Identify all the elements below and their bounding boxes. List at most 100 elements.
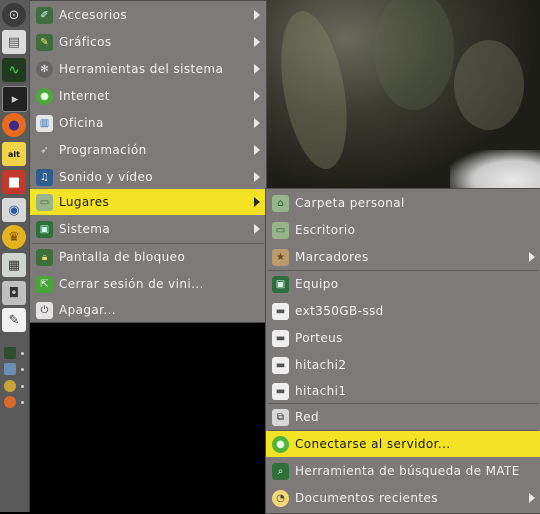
drive-icon: ▬ (272, 382, 289, 400)
place-escritorio[interactable]: ▭ Escritorio (266, 217, 540, 243)
window-mini-icon[interactable] (4, 363, 16, 375)
system-monitor-icon[interactable]: ∿ (2, 58, 26, 82)
chevron-right-icon (254, 224, 260, 234)
place-ext350gb-ssd[interactable]: ▬ ext350GB-ssd (266, 298, 540, 324)
cup-icon[interactable]: ♛ (2, 225, 26, 249)
menu-item-label: Internet (59, 89, 110, 103)
drive-icon: ▬ (272, 302, 289, 320)
alt-linux-icon[interactable]: alt (2, 142, 26, 166)
network-icon: ⧉ (272, 408, 289, 426)
search-tool-icon: ⌕ (272, 462, 289, 480)
settings-icon[interactable]: ◉ (2, 198, 26, 222)
home-folder-icon: ⌂ (272, 194, 289, 212)
menu-item-sonido-video[interactable]: ♫ Sonido y vídeo (30, 164, 266, 190)
menu-item-oficina[interactable]: ▥ Oficina (30, 110, 266, 136)
menu-item-label: Oficina (59, 116, 104, 130)
chevron-right-icon (254, 91, 260, 101)
place-equipo[interactable]: ▣ Equipo (266, 271, 540, 297)
menu-item-sistema[interactable]: ▣ Sistema (30, 216, 266, 242)
place-label: Carpeta personal (295, 196, 405, 210)
place-label: Herramienta de búsqueda de MATE (295, 464, 520, 478)
menu-item-label: Programación (59, 143, 147, 157)
package-manager-icon[interactable]: ■ (2, 170, 26, 194)
shutdown-icon: ⏻ (36, 301, 53, 319)
menu-icon[interactable]: ⊙ (2, 3, 26, 27)
menu-item-apagar[interactable]: ⏻ Apagar... (30, 297, 266, 323)
system-icon: ▣ (36, 220, 53, 238)
logout-icon: ⇱ (36, 275, 53, 293)
folder-icon: ▭ (36, 193, 53, 211)
menu-item-label: Sonido y vídeo (59, 170, 153, 184)
chevron-right-icon (254, 37, 260, 47)
drive-icon: ▬ (272, 329, 289, 347)
place-label: Escritorio (295, 223, 356, 237)
place-hitachi2[interactable]: ▬ hitachi2 (266, 352, 540, 378)
place-carpeta-personal[interactable]: ⌂ Carpeta personal (266, 190, 540, 216)
launcher-panel: ⊙ ▤ ∿ ▸ ● alt ■ ◉ ♛ ▦ ◘ ✎ (0, 0, 30, 512)
place-label: Conectarse al servidor... (295, 437, 451, 451)
bookmarks-icon: ★ (272, 248, 289, 266)
menu-item-label: Pantalla de bloqueo (59, 250, 186, 264)
menu-item-label: Sistema (59, 222, 111, 236)
text-editor-icon[interactable]: ✎ (2, 308, 26, 332)
drive-icon: ▬ (272, 356, 289, 374)
desktop-wallpaper (264, 0, 540, 190)
place-marcadores[interactable]: ★ Marcadores (266, 244, 540, 270)
system-monitor-mini-icon[interactable] (4, 347, 16, 359)
place-label: ext350GB-ssd (295, 304, 384, 318)
menu-item-accesorios[interactable]: ✐ Accesorios (30, 2, 266, 28)
computer-icon: ▣ (272, 275, 289, 293)
terminal-icon[interactable]: ▸ (2, 86, 28, 112)
places-submenu: ⌂ Carpeta personal ▭ Escritorio ★ Marcad… (265, 188, 540, 514)
desktop-icon: ▭ (272, 221, 289, 239)
menu-item-pantalla-bloqueo[interactable]: 🔒︎ Pantalla de bloqueo (30, 244, 266, 270)
screenshot-icon[interactable]: ◘ (2, 281, 26, 305)
applications-menu: ✐ Accesorios ✎ Gráficos ✻ Herramientas d… (29, 0, 267, 323)
chevron-right-icon (254, 197, 260, 207)
chevron-right-icon (529, 493, 535, 503)
place-conectarse-servidor[interactable]: ● Conectarse al servidor... (266, 431, 540, 457)
place-label: Equipo (295, 277, 339, 291)
file-manager-icon[interactable]: ▤ (2, 30, 26, 54)
graphics-icon: ✎ (36, 33, 53, 51)
menu-item-label: Accesorios (59, 8, 128, 22)
place-busqueda-mate[interactable]: ⌕ Herramienta de búsqueda de MATE (266, 458, 540, 484)
place-red[interactable]: ⧉ Red (266, 404, 540, 430)
office-icon: ▥ (36, 114, 53, 132)
menu-item-internet[interactable]: ● Internet (30, 83, 266, 109)
place-porteus[interactable]: ▬ Porteus (266, 325, 540, 351)
recent-documents-icon: ◔ (272, 489, 289, 507)
menu-item-label: Apagar... (59, 303, 117, 317)
connect-server-icon: ● (272, 435, 289, 453)
place-label: Red (295, 410, 319, 424)
internet-icon: ● (36, 87, 53, 105)
menu-item-label: Lugares (59, 195, 110, 209)
menu-item-label: Herramientas del sistema (59, 62, 224, 76)
chevron-right-icon (529, 252, 535, 262)
menu-item-lugares[interactable]: ▭ Lugares (30, 189, 266, 215)
menu-item-cerrar-sesion[interactable]: ⇱ Cerrar sesión de vini... (30, 271, 266, 297)
firefox-icon[interactable]: ● (2, 113, 26, 137)
chevron-right-icon (254, 10, 260, 20)
lock-screen-icon: 🔒︎ (36, 248, 53, 266)
chevron-right-icon (254, 118, 260, 128)
menu-item-graficos[interactable]: ✎ Gráficos (30, 29, 266, 55)
place-label: hitachi2 (295, 358, 347, 372)
menu-item-label: Gráficos (59, 35, 112, 49)
chevron-right-icon (254, 172, 260, 182)
menu-item-herramientas[interactable]: ✻ Herramientas del sistema (30, 56, 266, 82)
firefox-mini-icon[interactable] (4, 396, 16, 408)
menu-item-label: Cerrar sesión de vini... (59, 277, 204, 291)
accessories-icon: ✐ (36, 6, 53, 24)
chevron-right-icon (254, 64, 260, 74)
cup-mini-icon[interactable] (4, 380, 16, 392)
place-label: Marcadores (295, 250, 369, 264)
place-label: hitachi1 (295, 384, 347, 398)
menu-item-programacion[interactable]: ➶ Programación (30, 137, 266, 163)
place-hitachi1[interactable]: ▬ hitachi1 (266, 378, 540, 404)
programming-icon: ➶ (40, 144, 49, 156)
system-tools-icon: ✻ (36, 60, 53, 78)
calculator-icon[interactable]: ▦ (2, 253, 26, 277)
place-documentos-recientes[interactable]: ◔ Documentos recientes (266, 485, 540, 511)
place-label: Porteus (295, 331, 343, 345)
